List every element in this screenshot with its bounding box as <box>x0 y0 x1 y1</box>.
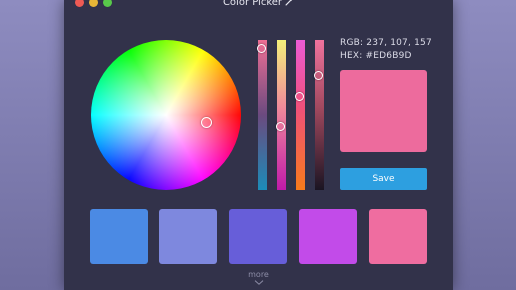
color-wheel-handle[interactable] <box>201 117 212 128</box>
swatch-3[interactable] <box>229 209 287 264</box>
window-title-text: Color Picker <box>222 0 283 8</box>
title-bar: Color Picker <box>64 0 453 10</box>
chevron-down-icon <box>254 280 263 285</box>
rgb-label: RGB: <box>340 38 364 48</box>
color-picker-window: Color Picker RGB: 237, 107, 157 HEX: #ED… <box>64 0 453 290</box>
color-slider-handle[interactable] <box>276 122 285 131</box>
swatch-4[interactable] <box>299 209 357 264</box>
hex-value: #ED6B9D <box>365 51 412 61</box>
hex-readout: HEX: #ED6B9D <box>340 51 412 61</box>
rgb-readout: RGB: 237, 107, 157 <box>340 38 432 48</box>
swatch-5[interactable] <box>369 209 427 264</box>
color-slider-handle[interactable] <box>295 92 304 101</box>
swatch-1[interactable] <box>90 209 148 264</box>
more-button[interactable]: more <box>64 270 453 285</box>
rgb-value: 237, 107, 157 <box>366 38 432 48</box>
color-slider-4[interactable] <box>314 40 324 190</box>
more-label: more <box>248 270 269 279</box>
color-wheel[interactable] <box>91 40 241 190</box>
color-slider-1[interactable] <box>257 40 267 190</box>
hex-label: HEX: <box>340 51 363 61</box>
color-slider-2[interactable] <box>276 40 286 190</box>
color-slider-handle[interactable] <box>314 71 323 80</box>
eyedropper-icon <box>285 0 293 6</box>
color-slider-3[interactable] <box>295 40 305 190</box>
color-slider-handle[interactable] <box>257 44 266 53</box>
window-title: Color Picker <box>64 0 453 8</box>
color-preview <box>340 70 427 152</box>
swatch-2[interactable] <box>159 209 217 264</box>
save-button[interactable]: Save <box>340 168 427 190</box>
color-wheel-saturation <box>91 40 241 190</box>
